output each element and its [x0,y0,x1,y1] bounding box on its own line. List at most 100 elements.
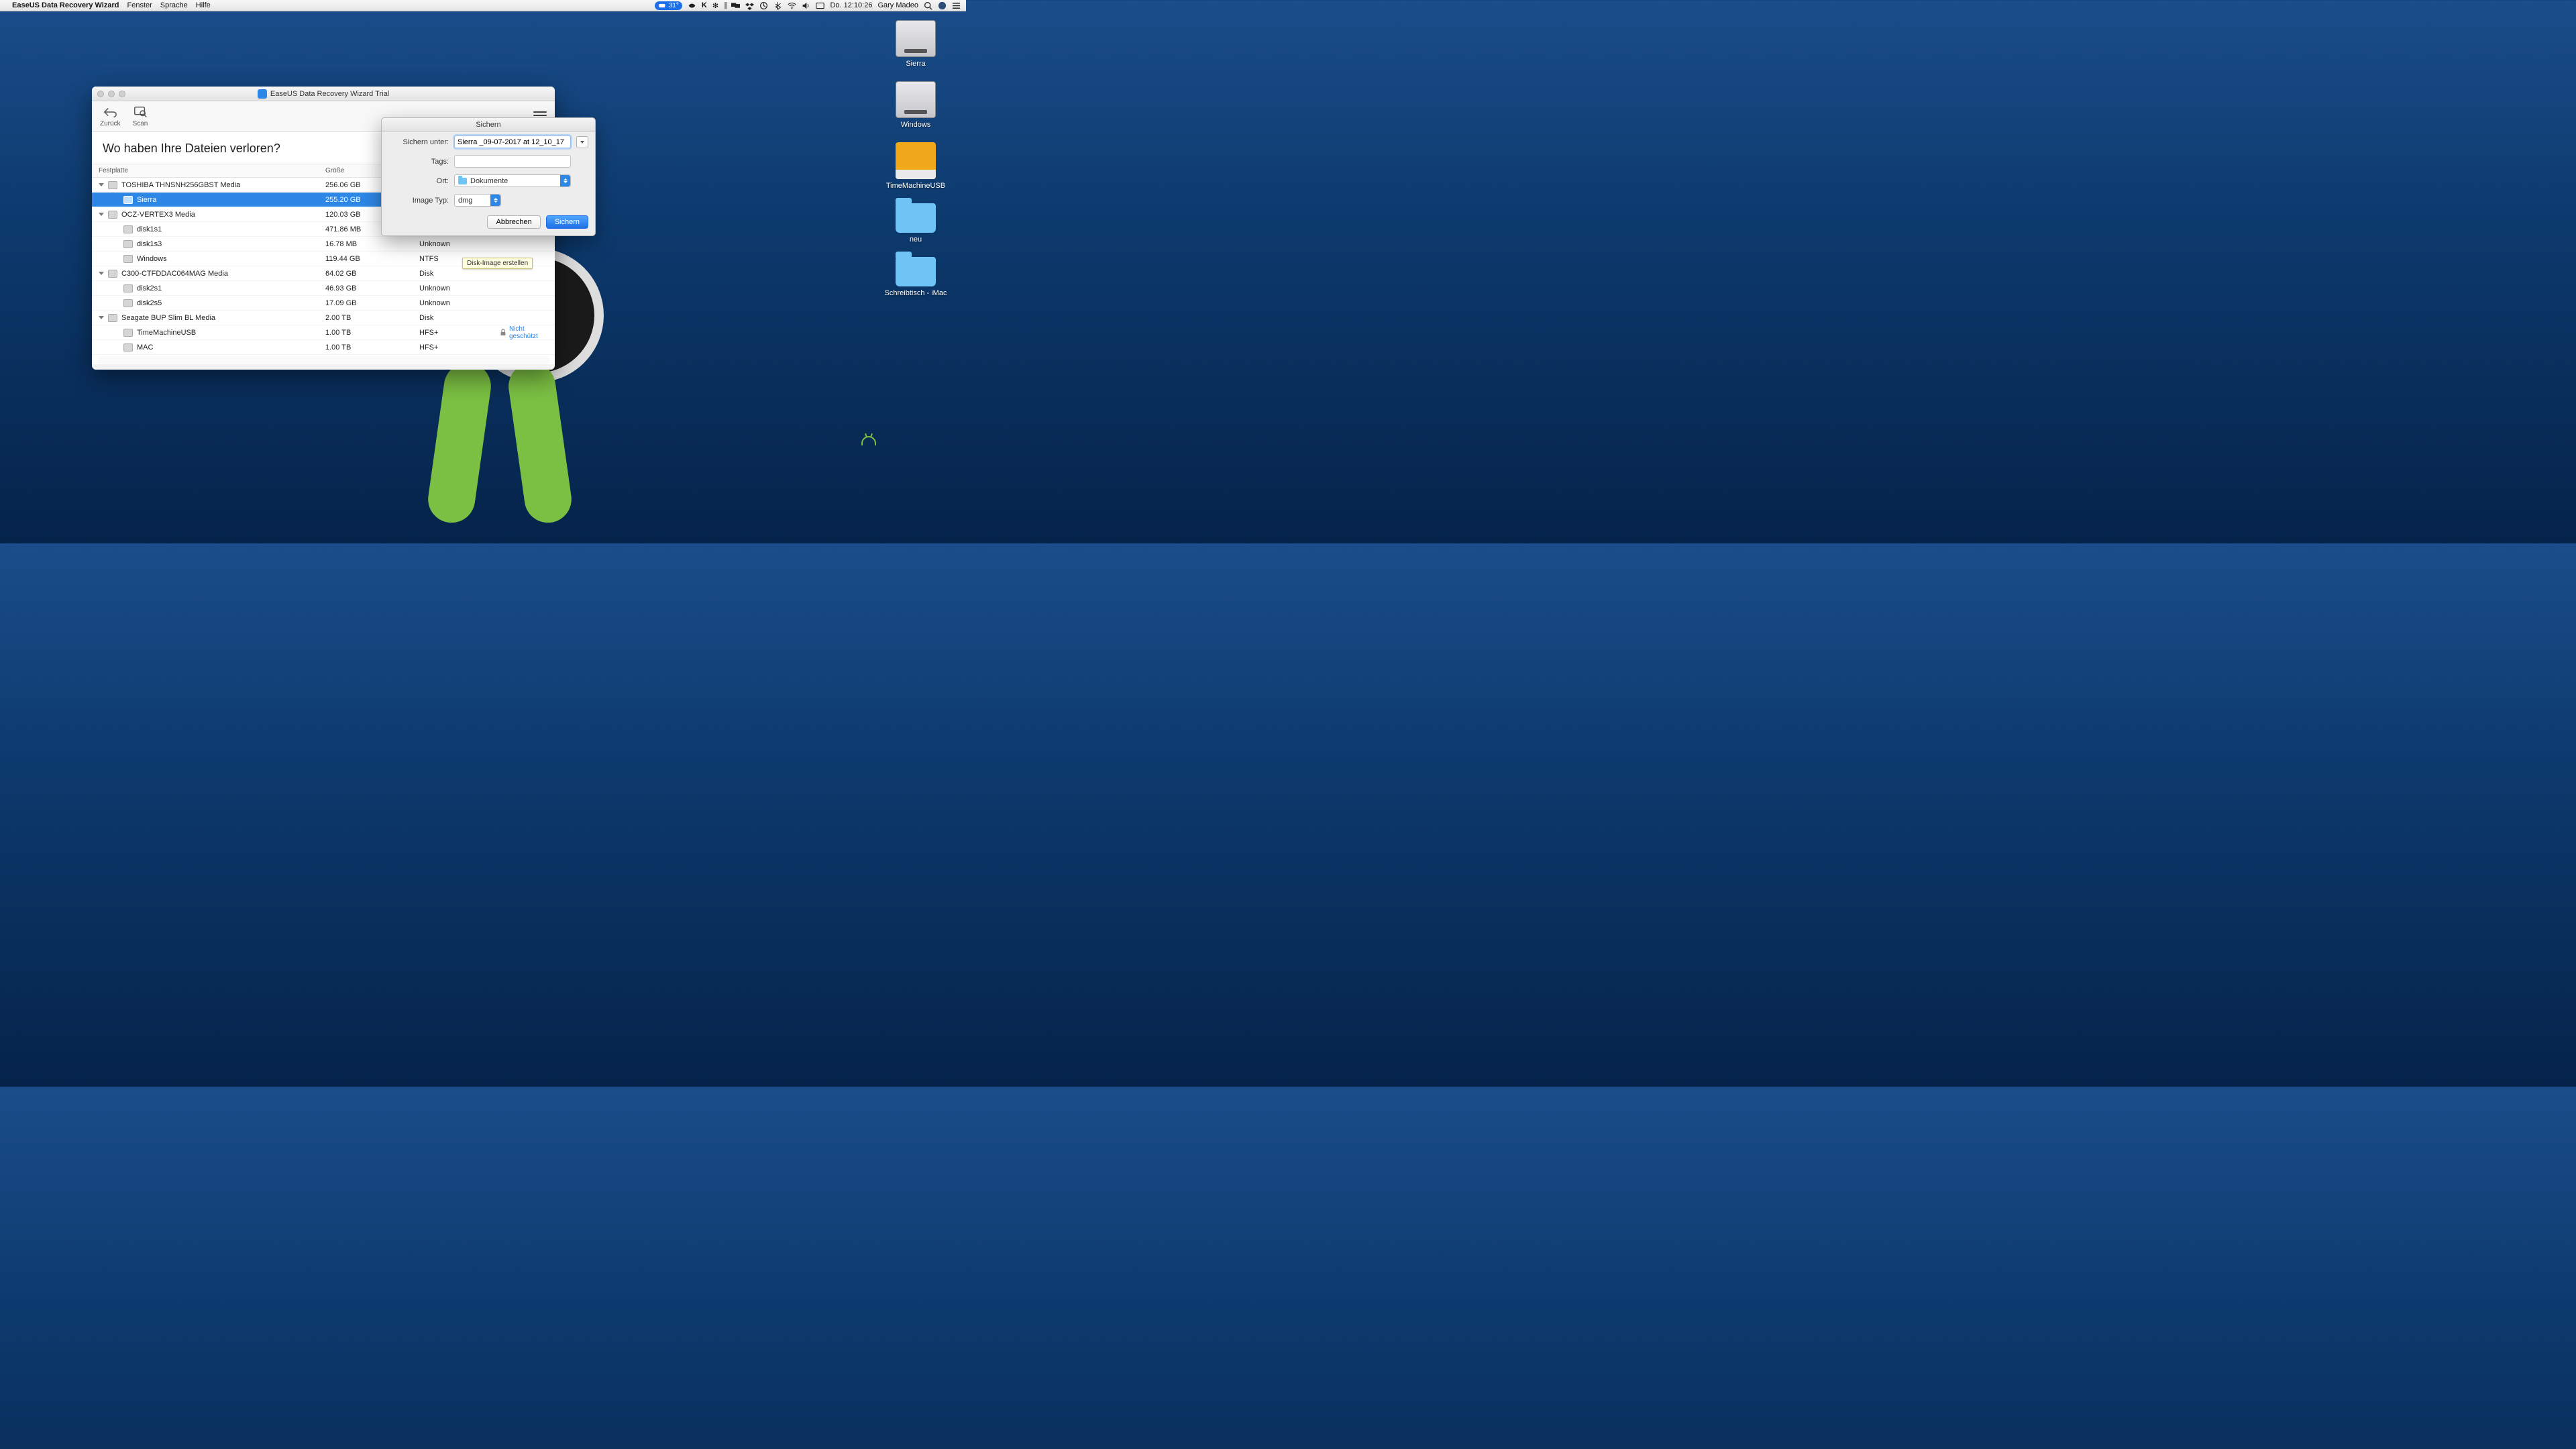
temperature-badge[interactable]: 31° [655,1,682,10]
desktop-icon-timemachineusb[interactable]: TimeMachineUSB [886,142,945,190]
disk-row[interactable]: Seagate BUP Slim BL Media 2.00 TBDisk [92,311,555,325]
wifi-icon[interactable] [788,1,796,10]
disk-format: Disk [419,270,500,278]
volume-icon [108,314,117,322]
external-drive-icon [896,142,936,179]
disclosure-triangle-icon[interactable] [99,316,104,319]
disk-size: 1.00 TB [325,329,419,337]
image-type-popup[interactable]: dmg [454,194,501,207]
save-sheet: Sichern Sichern unter: Tags: Ort: Dokume… [381,117,596,236]
desktop-icon-neu[interactable]: neu [896,203,936,244]
desktop-icon-label: Sierra [906,60,925,68]
volume-icon [108,211,117,219]
disk-size: 1.00 TB [325,343,419,352]
expand-sheet-button[interactable] [576,136,588,148]
disk-size: 2.00 TB [325,314,419,322]
disk-name: Sierra [137,196,156,204]
disk-name: C300-CTFDDAC064MAG Media [121,270,228,278]
tooltip: Disk-Image erstellen [462,258,533,269]
divider-icon: |||| [724,1,726,9]
sheet-title: Sichern [382,118,595,132]
dropbox-icon[interactable] [745,1,754,10]
label-tags: Tags: [388,158,449,166]
desktop-icon-label: neu [910,235,922,244]
disk-name: MAC [137,343,153,352]
menubar-app-name[interactable]: EaseUS Data Recovery Wizard [12,1,119,9]
nvidia-icon[interactable] [688,1,696,10]
k-menu-icon[interactable]: K [702,1,707,9]
save-as-field[interactable] [454,136,571,148]
save-button[interactable]: Sichern [546,215,588,229]
desktop-icon-label: TimeMachineUSB [886,182,945,190]
volume-icon [123,284,133,292]
fan-icon[interactable]: ✻ [712,1,718,10]
scan-button[interactable]: Scan [133,105,148,127]
tags-field[interactable] [454,155,571,168]
protection-badge[interactable]: Nicht geschützt [500,325,555,340]
android-head-icon [861,436,879,449]
disk-size: 46.93 GB [325,284,419,292]
menubar-user[interactable]: Gary Madeo [877,1,918,9]
harddisk-icon [896,20,936,57]
disk-name: disk2s1 [137,284,162,292]
volume-icon [108,181,117,189]
disk-size: 119.44 GB [325,255,419,263]
disk-size: 17.09 GB [325,299,419,307]
disk-name: TOSHIBA THNSNH256GBST Media [121,181,240,189]
app-title-icon [258,89,267,99]
volume-icon [123,196,133,204]
menubar: EaseUS Data Recovery Wizard Fenster Spra… [0,0,966,11]
disk-name: disk1s3 [137,240,162,248]
disk-row[interactable]: disk1s316.78 MBUnknown [92,237,555,252]
cancel-button[interactable]: Abbrechen [487,215,540,229]
disk-format: Unknown [419,299,500,307]
window-title: EaseUS Data Recovery Wizard Trial [92,89,555,99]
volume-icon [123,343,133,352]
disk-name: disk2s5 [137,299,162,307]
disk-name: OCZ-VERTEX3 Media [121,211,195,219]
label-save-as: Sichern unter: [388,138,449,146]
menubar-menu-language[interactable]: Sprache [160,1,188,9]
disk-format: Unknown [419,284,500,292]
menubar-menu-help[interactable]: Hilfe [196,1,211,9]
disk-name: Windows [137,255,167,263]
volume-icon [123,240,133,248]
disk-row[interactable]: MAC1.00 TBHFS+ [92,340,555,355]
disk-row[interactable]: disk2s5 17.09 GBUnknown [92,296,555,311]
disk-name: Seagate BUP Slim BL Media [121,314,215,322]
label-where: Ort: [388,177,449,185]
col-disk[interactable]: Festplatte [92,167,325,174]
horizontal-scrollbar[interactable] [97,356,549,364]
volume-icon [123,225,133,233]
desktop-icon-label: Windows [901,121,931,129]
keyboard-input-icon[interactable] [816,1,824,10]
disk-row[interactable]: TimeMachineUSB1.00 TBHFS+Nicht geschützt [92,325,555,340]
volume-icon [123,255,133,263]
displays-icon[interactable] [731,1,740,10]
where-popup[interactable]: Dokumente [454,174,571,187]
menubar-menu-window[interactable]: Fenster [127,1,152,9]
back-button[interactable]: Zurück [100,105,121,127]
window-titlebar[interactable]: EaseUS Data Recovery Wizard Trial [92,87,555,101]
disk-size: 64.02 GB [325,270,419,278]
notification-center-icon[interactable] [952,1,961,10]
volume-icon[interactable] [802,1,810,10]
disk-name: TimeMachineUSB [137,329,196,337]
disclosure-triangle-icon[interactable] [99,272,104,275]
disclosure-triangle-icon[interactable] [99,183,104,186]
volume-icon [123,299,133,307]
desktop-icon-windows[interactable]: Windows [896,81,936,129]
desktop-icon-schreibtisch-imac[interactable]: Schreibtisch - iMac [885,257,947,297]
disk-format: Disk [419,314,500,322]
disclosure-triangle-icon[interactable] [99,213,104,216]
bluetooth-icon[interactable] [773,1,782,10]
disk-size: 16.78 MB [325,240,419,248]
label-image-type: Image Typ: [388,197,449,205]
spotlight-icon[interactable] [924,1,932,10]
status-dot-icon[interactable] [938,1,947,10]
disk-row[interactable]: disk2s1 46.93 GBUnknown [92,281,555,296]
desktop-icon-sierra[interactable]: Sierra [896,20,936,68]
timemachine-icon[interactable] [759,1,768,10]
folder-icon [458,178,467,184]
menubar-clock[interactable]: Do. 12:10:26 [830,1,872,9]
